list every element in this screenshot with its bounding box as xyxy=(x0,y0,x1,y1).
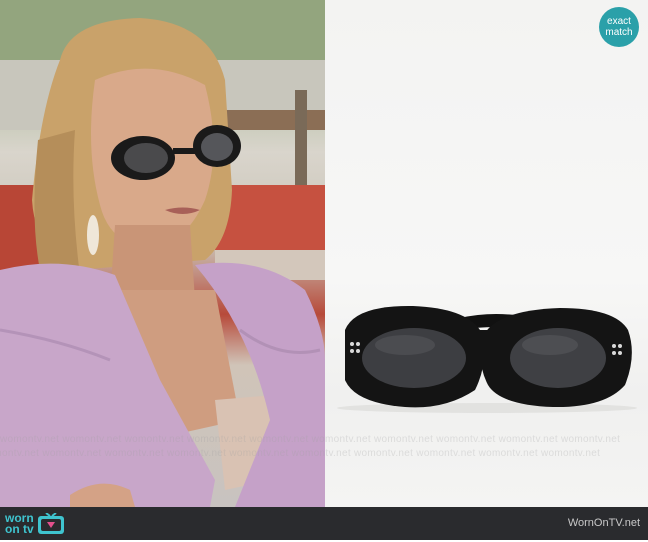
sunglasses-image xyxy=(337,305,637,413)
tv-icon xyxy=(37,511,67,535)
product-panel xyxy=(325,0,648,507)
footer-bar: worn on tv WornOnTV.net xyxy=(0,507,648,540)
logo-text: worn on tv xyxy=(5,512,34,536)
logo-line2: on tv xyxy=(5,521,34,536)
badge-line1: exact xyxy=(607,16,631,27)
wornontv-logo[interactable]: worn on tv xyxy=(5,510,67,537)
badge-line2: match xyxy=(605,27,633,38)
scene-illustration xyxy=(0,0,325,507)
scene-photo xyxy=(0,0,325,507)
site-name[interactable]: WornOnTV.net xyxy=(568,517,640,529)
exact-match-badge: exact match xyxy=(599,7,639,47)
